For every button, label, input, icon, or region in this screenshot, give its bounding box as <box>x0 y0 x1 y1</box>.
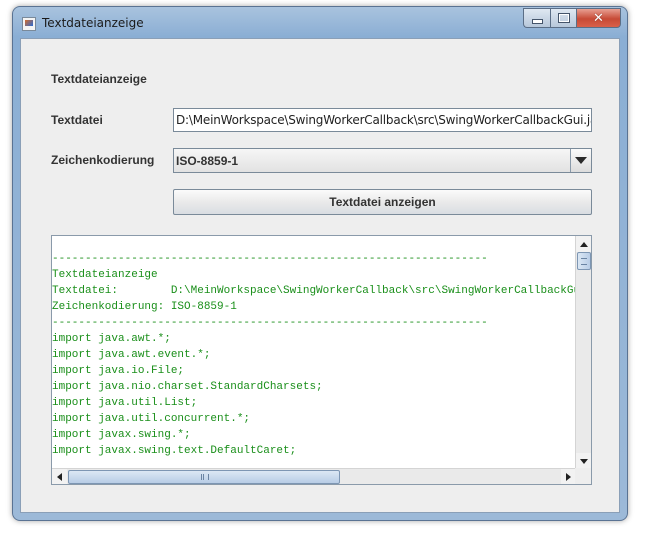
close-icon: ✕ <box>593 10 604 26</box>
text-line: import java.util.List; <box>52 397 198 409</box>
form-heading: Textdateianzeige <box>51 72 147 86</box>
text-line: ----------------------------------------… <box>52 253 488 265</box>
scroll-left-button[interactable] <box>52 469 67 484</box>
text-line: import java.nio.charset.StandardCharsets… <box>52 381 323 393</box>
encoding-select[interactable]: ISO-8859-1 <box>173 148 592 173</box>
vertical-scrollbar[interactable] <box>575 236 591 469</box>
arrow-left-icon <box>57 473 62 481</box>
close-button[interactable]: ✕ <box>576 8 621 28</box>
chevron-down-icon <box>575 157 587 164</box>
arrow-down-icon <box>579 458 588 464</box>
content-panel: Textdateianzeige Textdatei D:\MeinWorksp… <box>20 38 620 513</box>
scroll-right-button[interactable] <box>561 469 576 484</box>
file-label: Textdatei <box>51 113 103 127</box>
arrow-right-icon <box>566 473 571 481</box>
grip-icon <box>581 258 587 265</box>
text-line: import javax.swing.*; <box>52 429 191 441</box>
encoding-selected-value: ISO-8859-1 <box>176 154 239 168</box>
text-line: import javax.swing.text.DefaultCaret; <box>52 445 297 457</box>
text-line: import java.awt.event.*; <box>52 349 211 361</box>
window-title: Textdateianzeige <box>42 16 144 30</box>
text-output-scrollpane[interactable]: ----------------------------------------… <box>51 235 592 485</box>
text-line: ----------------------------------------… <box>52 317 488 329</box>
text-line: import java.util.concurrent.*; <box>52 413 251 425</box>
app-icon[interactable] <box>22 17 36 31</box>
minimize-button[interactable] <box>523 8 550 28</box>
text-line: Textdateianzeige <box>52 269 158 281</box>
maximize-icon <box>557 13 570 23</box>
scroll-down-button[interactable] <box>576 453 591 469</box>
text-output-area[interactable]: ----------------------------------------… <box>52 236 576 469</box>
minimize-icon <box>531 18 543 24</box>
grip-icon <box>201 474 209 480</box>
app-window: Textdateianzeige ✕ Textdateianzeige Text… <box>12 6 628 521</box>
vertical-scroll-thumb[interactable] <box>577 252 591 270</box>
text-line: Zeichenkodierung: ISO-8859-1 <box>52 301 237 313</box>
window-controls: ✕ <box>523 8 621 28</box>
show-file-button[interactable]: Textdatei anzeigen <box>173 189 592 215</box>
arrow-up-icon <box>579 241 588 247</box>
scrollbar-corner <box>575 468 591 484</box>
title-bar[interactable]: Textdateianzeige ✕ <box>13 7 627 39</box>
text-line: Textdatei: D:\MeinWorkspace\SwingWorkerC… <box>52 285 576 297</box>
encoding-label: Zeichenkodierung <box>51 153 155 167</box>
maximize-button[interactable] <box>550 8 576 28</box>
file-path-input[interactable]: D:\MeinWorkspace\SwingWorkerCallback\src… <box>173 108 592 132</box>
horizontal-scrollbar[interactable] <box>52 468 576 484</box>
text-line: import java.awt.*; <box>52 333 171 345</box>
encoding-dropdown-button[interactable] <box>570 149 591 172</box>
horizontal-scroll-thumb[interactable] <box>68 470 340 484</box>
scroll-up-button[interactable] <box>576 236 591 252</box>
text-line: import java.io.File; <box>52 365 185 377</box>
